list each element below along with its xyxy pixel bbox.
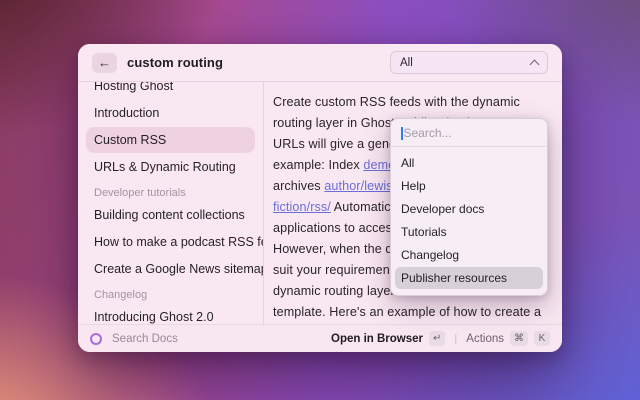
modal-header: ← custom routing All [78, 44, 562, 82]
filter-option-all[interactable]: All [395, 152, 543, 174]
filter-option-tutorials[interactable]: Tutorials [395, 221, 543, 243]
return-key-badge: ↵ [429, 331, 445, 346]
desktop-background: ← custom routing All Hosting Ghost Intro… [0, 0, 640, 400]
docs-sidebar: Hosting Ghost Introduction Custom RSS UR… [78, 82, 264, 324]
sidebar-item-urls-dynamic-routing[interactable]: URLs & Dynamic Routing [86, 154, 255, 180]
filter-option-publisher-resources[interactable]: Publisher resources [395, 267, 543, 289]
chevron-up-icon [531, 59, 538, 66]
cmd-key-badge: ⌘ [510, 331, 528, 346]
sidebar-item-introducing-ghost-2[interactable]: Introducing Ghost 2.0 [86, 304, 255, 324]
actions-button[interactable]: Actions [466, 333, 504, 345]
filter-selected-value: All [400, 57, 413, 69]
text-cursor [401, 127, 403, 140]
back-arrow-icon: ← [98, 55, 111, 70]
search-placeholder: Search... [404, 126, 452, 140]
filter-options-list: All Help Developer docs Tutorials Change… [391, 147, 547, 295]
filter-option-developer-docs[interactable]: Developer docs [395, 198, 543, 220]
sidebar-item-podcast-rss-feed[interactable]: How to make a podcast RSS feed [86, 229, 255, 255]
footer-divider: | [451, 333, 460, 345]
sidebar-section-changelog: Changelog [86, 282, 255, 303]
filter-option-help[interactable]: Help [395, 175, 543, 197]
sidebar-item-custom-rss[interactable]: Custom RSS [86, 127, 255, 153]
search-docs-label: Search Docs [112, 333, 178, 345]
open-in-browser-button[interactable]: Open in Browser [331, 333, 423, 345]
sidebar-item-google-news-sitemap[interactable]: Create a Google News sitemap [86, 256, 255, 282]
search-docs-logo-icon [90, 333, 102, 345]
sidebar-item-introduction[interactable]: Introduction [86, 100, 255, 126]
sidebar-section-developer-tutorials: Developer tutorials [86, 180, 255, 201]
filter-dropdown-panel: Search... All Help Developer docs Tutori… [390, 118, 548, 296]
sidebar-item-building-content-collections[interactable]: Building content collections [86, 202, 255, 228]
k-key-badge: K [534, 331, 550, 346]
filter-option-changelog[interactable]: Changelog [395, 244, 543, 266]
filter-search-input[interactable]: Search... [391, 119, 547, 147]
modal-body: Hosting Ghost Introduction Custom RSS UR… [78, 82, 562, 324]
page-title: custom routing [127, 55, 223, 70]
sidebar-item-hosting-ghost[interactable]: Hosting Ghost [86, 82, 255, 99]
footer-actions: Open in Browser ↵ | Actions ⌘ K [331, 331, 550, 346]
link-fiction-rss[interactable]: fiction/rss/ [273, 200, 331, 214]
modal-footer: Search Docs Open in Browser ↵ | Actions … [78, 324, 562, 352]
search-docs-modal: ← custom routing All Hosting Ghost Intro… [78, 44, 562, 352]
back-button[interactable]: ← [92, 53, 117, 73]
filter-dropdown-button[interactable]: All [390, 51, 548, 74]
